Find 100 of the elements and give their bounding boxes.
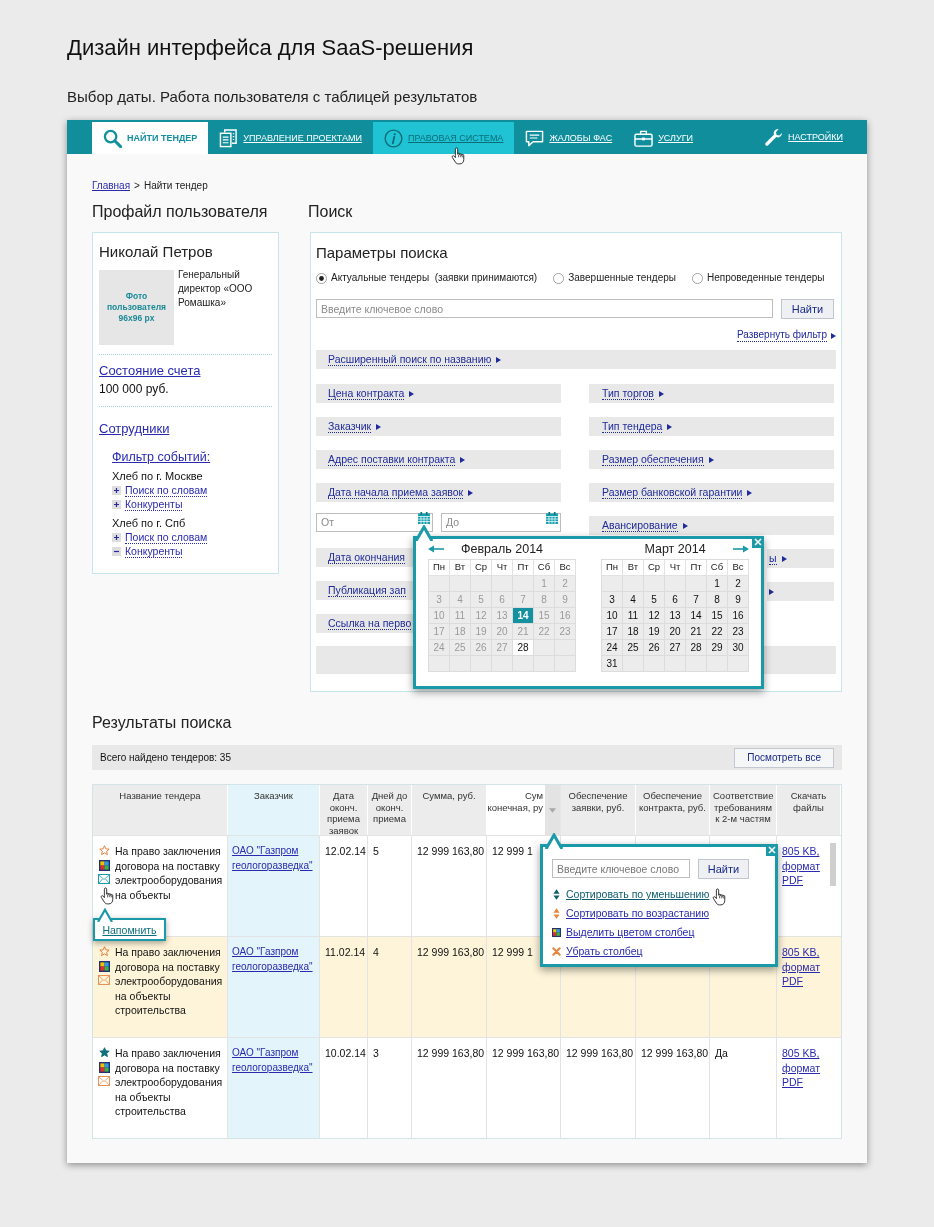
amount: 12 999 163,80	[417, 1046, 485, 1061]
bid-security: 12 999 163,80	[566, 1046, 634, 1061]
customer-link[interactable]: ОАО "Газпром геологоразведка"	[232, 945, 315, 974]
caret-right-icon	[682, 522, 688, 529]
filter-bar[interactable]: Размер обеспечения	[589, 450, 834, 469]
collapse-toggle[interactable]	[112, 546, 121, 556]
column-header: Обеспечение контракта, руб.	[636, 785, 710, 835]
status-option[interactable]: Непроведенные тендеры	[692, 271, 825, 285]
filter-bar[interactable]: Заказчик	[316, 417, 561, 436]
radio-button[interactable]	[316, 272, 327, 284]
radio-button[interactable]	[553, 272, 565, 284]
radio-button[interactable]	[692, 272, 703, 284]
account-link[interactable]: Состояние счета	[99, 363, 201, 379]
color-grid-icon[interactable]	[98, 1061, 110, 1073]
filter-bar[interactable]: Адрес поставки контракта	[316, 450, 561, 469]
event-filter-item[interactable]: Конкуренты	[125, 544, 183, 558]
filter-bar[interactable]: Дата начала приема заявок	[316, 483, 561, 502]
weekday-label: Вт	[623, 560, 644, 576]
settings-link[interactable]: НАСТРОЙКИ	[764, 127, 843, 147]
calendar-icon[interactable]	[418, 512, 430, 524]
customer-link[interactable]: ОАО "Газпром геологоразведка"	[232, 1046, 315, 1075]
filter-bar[interactable]: Тип торгов	[589, 384, 834, 403]
calendar-day[interactable]: 28	[513, 640, 534, 656]
caret-right-icon	[831, 332, 836, 339]
filter-bar[interactable]: Цена контракта	[316, 384, 561, 403]
weekday-label: Ср	[471, 560, 492, 576]
calendar-day[interactable]: 31	[602, 656, 623, 672]
filter-bar[interactable]: Расширенный поиск по названию	[316, 350, 836, 369]
event-filter-item[interactable]: Поиск по словам	[125, 483, 208, 497]
filter-bar[interactable]: Размер банковской гарантии	[589, 483, 834, 502]
month-title: Март 2014	[644, 541, 706, 557]
status-option[interactable]: Завершенные тендеры	[553, 271, 676, 285]
filter-bar[interactable]: ы	[767, 549, 834, 568]
breadcrumb-link[interactable]: Главная	[92, 180, 131, 192]
color-grid-icon[interactable]	[98, 960, 110, 972]
close-button[interactable]	[752, 536, 764, 548]
expand-filter-link[interactable]: Развернуть фильтр	[737, 329, 836, 342]
column-header: Обеспечение заявки, руб.	[561, 785, 636, 835]
calendar-icon[interactable]	[546, 512, 558, 524]
calendar-day[interactable]: 14	[513, 608, 534, 624]
expand-toggle[interactable]	[112, 499, 121, 509]
section-heading: Профайл пользователя	[92, 202, 268, 222]
documents-icon	[219, 128, 239, 148]
nav-tab[interactable]: НАЙТИ ТЕНДЕР	[92, 122, 209, 154]
contract-security: 12 999 163,80	[641, 1046, 709, 1061]
weekday-label: Чт	[492, 560, 513, 576]
menu-item[interactable]: Сортировать по уменьшению	[552, 888, 710, 900]
filter-bar[interactable]: Авансирование	[589, 516, 834, 535]
expand-toggle[interactable]	[112, 532, 121, 542]
view-all-button[interactable]: Посмотреть все	[734, 747, 834, 768]
briefcase-icon	[634, 128, 654, 148]
event-filter-link[interactable]: Фильтр событий:	[112, 449, 211, 465]
filter-bar[interactable]: Ссылка на перво	[316, 614, 413, 633]
section-heading: Результаты поиска	[92, 713, 232, 733]
sort-arrows-icon	[553, 907, 560, 919]
status-option[interactable]: Актуальные тендеры (заявки принимаются)	[316, 271, 538, 285]
weekday-label: Сб	[534, 560, 555, 576]
close-button[interactable]	[766, 844, 778, 856]
keyword-field[interactable]: Введите ключевое слово	[316, 299, 773, 318]
star-icon[interactable]	[98, 845, 110, 856]
days-left: 3	[373, 1046, 379, 1061]
star-icon[interactable]	[98, 946, 110, 957]
color-grid-icon[interactable]	[98, 859, 110, 871]
caret-right-icon	[658, 390, 664, 397]
caret-right-icon	[376, 423, 382, 430]
event-filter-item[interactable]: Поиск по словам	[125, 530, 208, 544]
event-filter-item[interactable]: Конкуренты	[125, 497, 183, 511]
filter-bar[interactable]: Публикация зап	[316, 581, 413, 600]
weekday-label: Пт	[513, 560, 534, 576]
arrow-right-icon[interactable]	[733, 545, 749, 553]
expand-toggle[interactable]	[112, 485, 121, 495]
files-link[interactable]: 805 KB, формат PDF	[782, 945, 822, 989]
weekday-label: Пн	[602, 560, 623, 576]
filter-bar[interactable]: Тип тендера	[589, 417, 834, 436]
date-to-field[interactable]: До	[441, 512, 561, 532]
star-icon[interactable]	[98, 1047, 110, 1058]
job-title: Генеральный директор «ООО Ромашка»	[178, 268, 254, 310]
files-link[interactable]: 805 KB, формат PDF	[782, 1046, 822, 1090]
files-link[interactable]: 805 KB, формат PDF	[782, 844, 822, 888]
user-name: Николай Петров	[99, 242, 213, 262]
menu-item[interactable]: Убрать столбец	[552, 945, 643, 957]
find-button[interactable]: Найти	[781, 299, 834, 319]
customer-link[interactable]: ОАО "Газпром геологоразведка"	[232, 844, 315, 873]
caret-right-icon	[747, 489, 753, 496]
scrollbar-thumb[interactable]	[830, 843, 836, 886]
arrow-left-icon[interactable]	[428, 545, 444, 553]
filter-bar[interactable]: Дата окончания	[316, 548, 413, 567]
close-icon	[768, 846, 776, 854]
keyword-field[interactable]: Введите ключевое слово	[552, 859, 690, 878]
weekday-label: Вс	[555, 560, 576, 576]
nav-tab[interactable]: ЖАЛОБЫ ФАС	[514, 122, 624, 154]
nav-tab[interactable]: УПРАВЛЕНИЕ ПРОЕКТАМИ	[208, 122, 373, 154]
filter-group-name: Хлеб по г. Спб	[112, 516, 186, 530]
column-header: Дата оконч. приема заявок	[320, 785, 368, 835]
staff-link[interactable]: Сотрудники	[99, 421, 170, 437]
nav-tab[interactable]: УСЛУГИ	[623, 122, 705, 154]
find-button[interactable]: Найти	[698, 859, 749, 879]
column-header: Соответствие требованиям к 2-м частям	[710, 785, 777, 835]
menu-item[interactable]: Выделить цветом столбец	[552, 926, 695, 938]
menu-item[interactable]: Сортировать по возрастанию	[552, 907, 710, 919]
